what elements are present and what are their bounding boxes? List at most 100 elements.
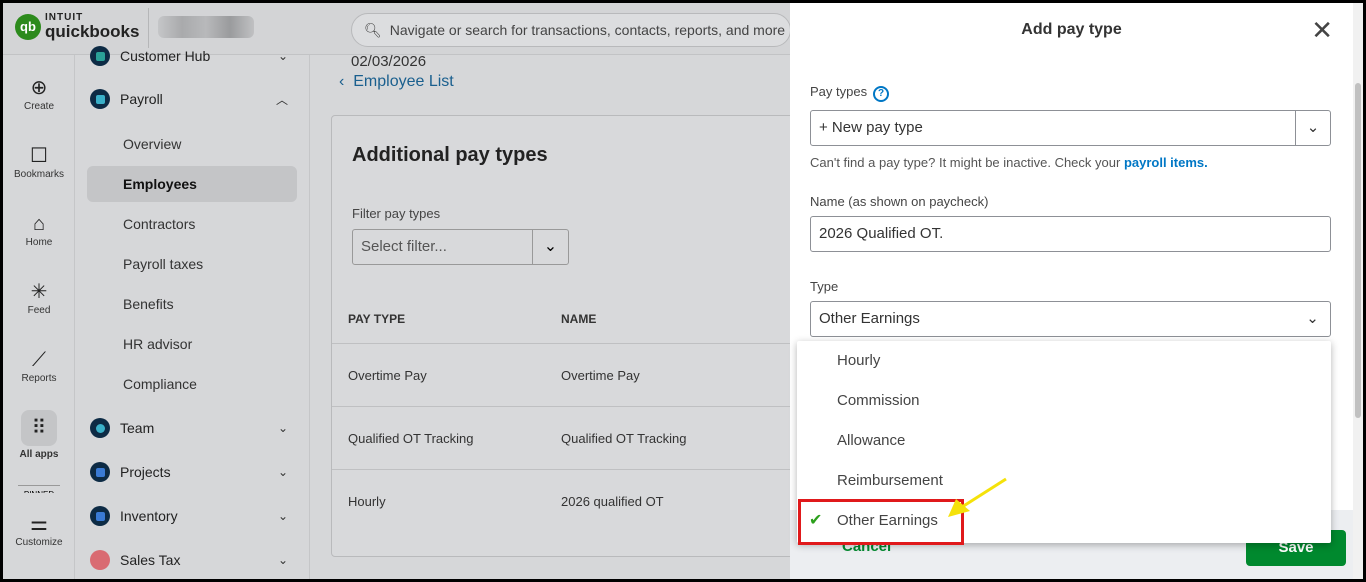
option-commission[interactable]: Commission <box>797 381 1331 421</box>
quickbooks-logo[interactable]: qb INTUIT quickbooks <box>15 13 139 40</box>
back-to-employee-list[interactable]: ‹ Employee List <box>339 73 454 91</box>
table-row[interactable]: Hourly 2026 qualified OT <box>332 469 812 532</box>
search-icon: 🔍︎ <box>364 21 382 38</box>
table-row[interactable]: Qualified OT Tracking Qualified OT Tracki… <box>332 406 812 469</box>
rail-label: Feed <box>27 305 51 316</box>
plus-circle-icon: ⊕ <box>30 77 48 99</box>
select-value: + New pay type <box>819 119 923 136</box>
feed-icon: ✳ <box>30 281 48 303</box>
filter-placeholder: Select filter... <box>361 238 447 255</box>
sales-tax-icon <box>90 550 110 570</box>
add-pay-type-drawer: Add pay type ✕ Pay types? + New pay type… <box>790 3 1353 579</box>
inventory-icon <box>90 506 110 526</box>
sliders-icon: ⚌ <box>30 513 48 535</box>
option-reimbursement[interactable]: Reimbursement <box>797 461 1331 501</box>
nav-label: Projects <box>120 464 171 480</box>
cell-name: Overtime Pay <box>561 368 640 383</box>
annotation-arrow-icon <box>948 477 1007 517</box>
nav-inventory[interactable]: Inventory ⌄ <box>90 499 300 533</box>
close-icon[interactable]: ✕ <box>1311 15 1333 46</box>
chart-icon: ⟋ <box>32 349 46 371</box>
filter-label: Filter pay types <box>352 206 441 221</box>
rail-label: All apps <box>19 449 59 460</box>
nav-contractors[interactable]: Contractors <box>87 206 297 242</box>
type-label: Type <box>810 279 839 294</box>
rail-home[interactable]: ⌂ Home <box>3 211 75 248</box>
cell-pay-type: Overtime Pay <box>348 368 427 383</box>
global-search[interactable]: 🔍︎ Navigate or search for transactions, c… <box>351 13 791 47</box>
chevron-up-icon: ︿ <box>275 92 288 107</box>
nav-customer-hub[interactable]: Customer Hub ⌄ <box>90 39 300 73</box>
hint-text: Can't find a pay type? It might be inact… <box>810 155 1121 170</box>
bookmark-icon: ☐ <box>30 145 48 167</box>
pay-types-select[interactable]: + New pay type ⌄ <box>810 110 1331 146</box>
chevron-down-icon: ⌄ <box>532 230 568 264</box>
pay-type-hint: Can't find a pay type? It might be inact… <box>810 155 1208 170</box>
rail-feed[interactable]: ✳ Feed <box>3 279 75 316</box>
nav-hr-advisor[interactable]: HR advisor <box>87 326 297 362</box>
chevron-down-icon: ⌄ <box>277 509 288 523</box>
column-pay-type: PAY TYPE <box>348 312 406 326</box>
side-nav: Customer Hub ⌄ Payroll ︿ Overview Employee… <box>75 46 310 579</box>
option-allowance[interactable]: Allowance <box>797 421 1331 461</box>
rail-label: Bookmarks <box>13 169 64 180</box>
left-rail: ⊕ Create ☐ Bookmarks ⌂ Home ✳ Feed ⟋ Reports … <box>3 55 75 579</box>
nav-label: Customer Hub <box>120 48 211 64</box>
rail-label: Home <box>25 237 53 248</box>
filter-select[interactable]: Select filter... ⌄ <box>352 229 569 265</box>
label-text: Pay types <box>810 84 868 99</box>
type-select[interactable]: Other Earnings ⌄ <box>810 301 1331 337</box>
nav-payroll[interactable]: Payroll ︿ <box>90 82 300 116</box>
chevron-down-icon: ⌄ <box>277 465 288 479</box>
select-value: Other Earnings <box>819 310 920 327</box>
name-label: Name (as shown on paycheck) <box>810 194 989 209</box>
column-name: NAME <box>561 312 597 326</box>
payroll-items-link[interactable]: payroll items. <box>1124 155 1208 170</box>
scrollbar-thumb[interactable] <box>1355 83 1361 418</box>
nav-team[interactable]: Team ⌄ <box>90 411 300 445</box>
date-text: 02/03/2026 <box>351 53 427 67</box>
drawer-scrollbar[interactable] <box>1353 3 1363 579</box>
brand-name: quickbooks <box>45 22 140 41</box>
nav-label: Team <box>120 420 155 436</box>
nav-payroll-taxes[interactable]: Payroll taxes <box>87 246 297 282</box>
pinned-label: PINNED <box>18 485 60 493</box>
rail-label: Reports <box>21 373 57 384</box>
help-icon[interactable]: ? <box>873 86 890 102</box>
chevron-down-icon: ⌄ <box>277 553 288 567</box>
home-icon: ⌂ <box>32 213 46 235</box>
nav-sales-tax[interactable]: Sales Tax ⌄ <box>90 543 300 577</box>
card-title: Additional pay types <box>352 144 548 166</box>
nav-compliance[interactable]: Compliance <box>87 366 297 402</box>
additional-pay-types-card: Additional pay types Filter pay types Se… <box>331 115 812 557</box>
rail-all-apps[interactable]: ⠿ All apps <box>3 410 75 460</box>
cell-pay-type: Qualified OT Tracking <box>348 431 474 446</box>
pay-types-label: Pay types? <box>810 84 890 102</box>
qb-logo-icon: qb <box>15 13 41 40</box>
rail-label: Customize <box>15 537 63 548</box>
nav-label: Inventory <box>120 508 178 524</box>
rail-reports[interactable]: ⟋ Reports <box>3 347 75 384</box>
nav-benefits[interactable]: Benefits <box>87 286 297 322</box>
name-input[interactable]: 2026 Qualified OT. <box>810 216 1331 252</box>
projects-icon <box>90 462 110 482</box>
grid-icon: ⠿ <box>21 410 57 446</box>
rail-create[interactable]: ⊕ Create <box>3 75 75 112</box>
nav-overview[interactable]: Overview <box>87 126 297 162</box>
nav-projects[interactable]: Projects ⌄ <box>90 455 300 489</box>
cell-pay-type: Hourly <box>348 494 386 509</box>
table-row[interactable]: Overtime Pay Overtime Pay <box>332 343 812 406</box>
rail-customize[interactable]: ⚌ Customize <box>3 511 75 548</box>
cell-name: Qualified OT Tracking <box>561 431 687 446</box>
team-icon <box>90 418 110 438</box>
rail-bookmarks[interactable]: ☐ Bookmarks <box>3 143 75 180</box>
payroll-icon <box>90 89 110 109</box>
rail-label: Create <box>23 101 54 112</box>
search-placeholder: Navigate or search for transactions, con… <box>389 22 786 38</box>
chevron-down-icon: ⌄ <box>1306 310 1319 327</box>
option-hourly[interactable]: Hourly <box>797 341 1331 381</box>
company-name-blurred <box>158 16 254 38</box>
nav-employees[interactable]: Employees <box>87 166 297 202</box>
type-dropdown-menu: Hourly Commission Allowance Reimbursemen… <box>797 341 1331 545</box>
chevron-down-icon: ⌄ <box>277 421 288 435</box>
